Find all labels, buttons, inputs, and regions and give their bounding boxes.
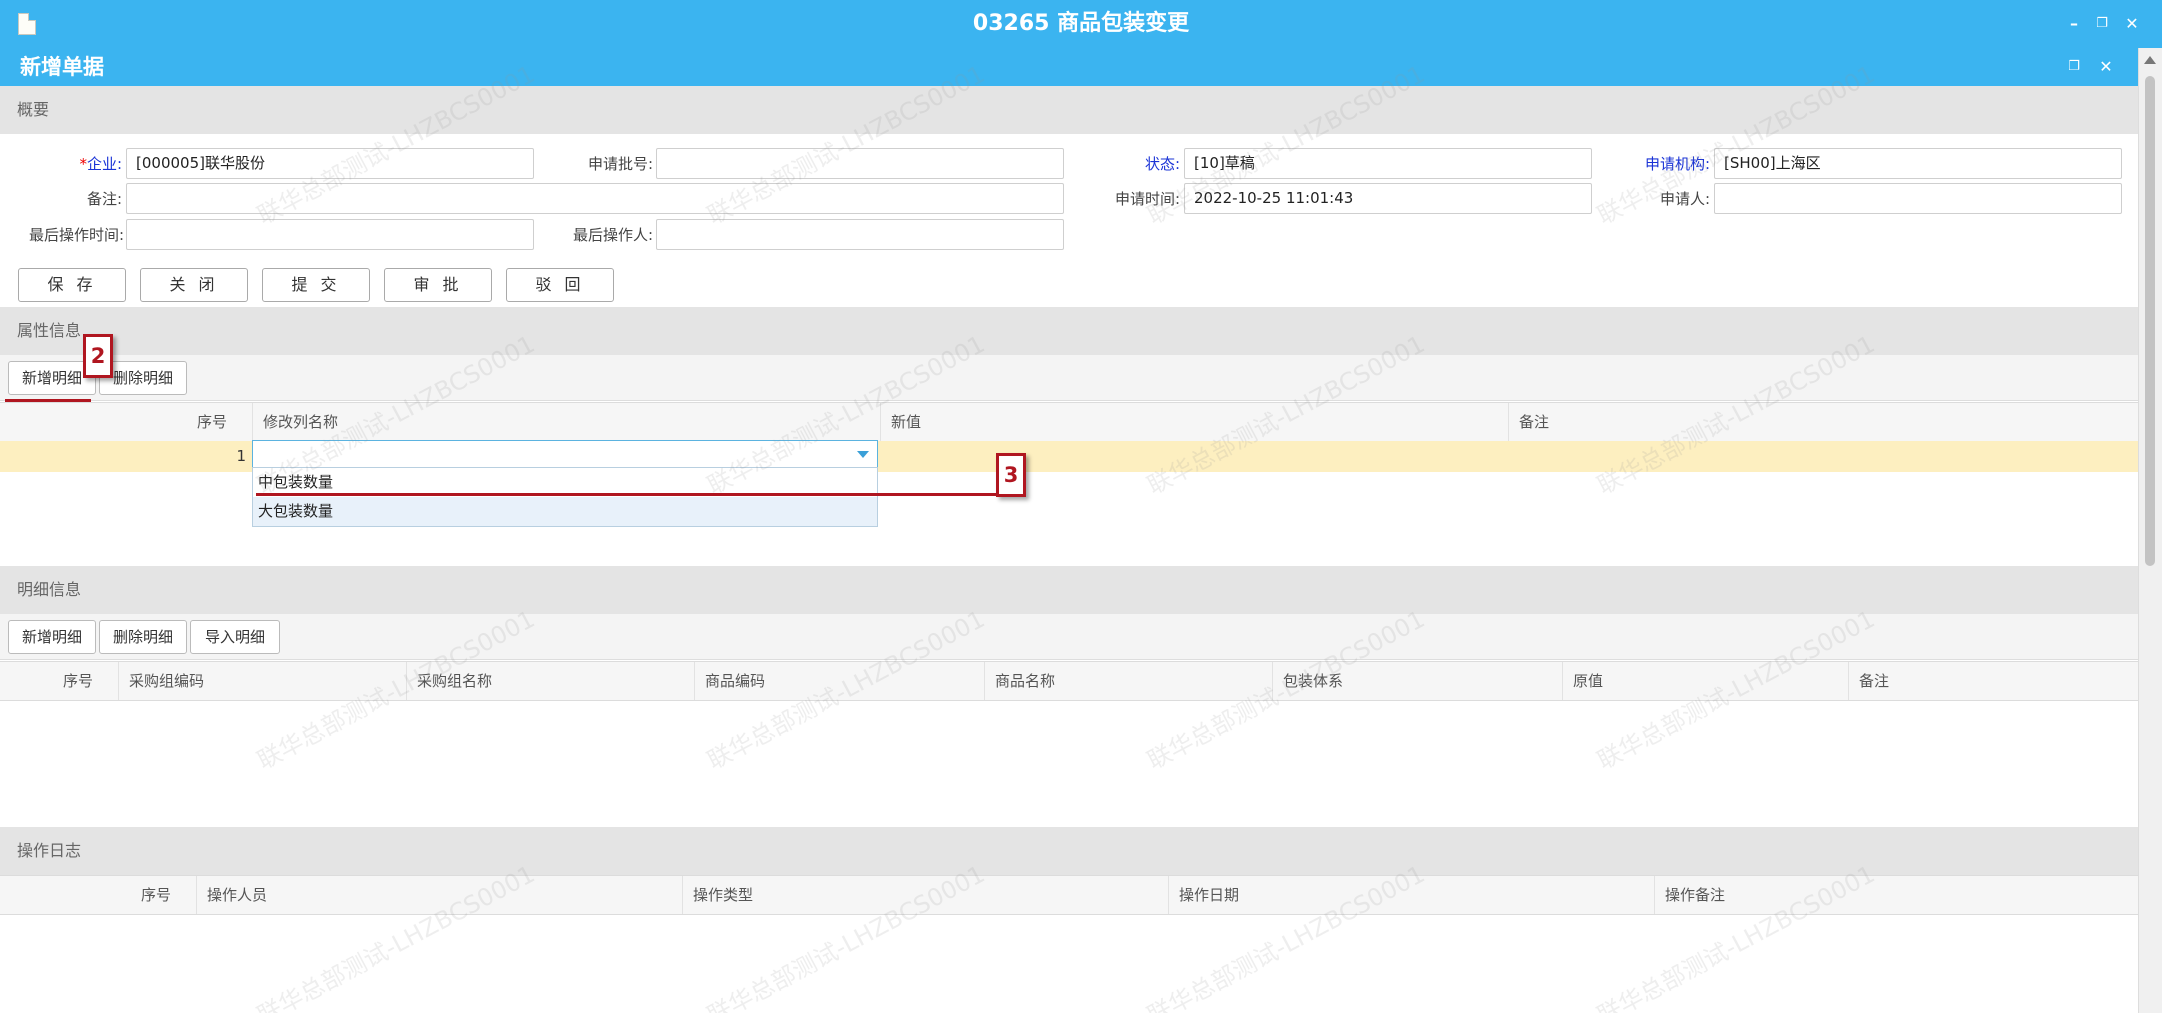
col-product-name: 商品名称 — [984, 662, 1272, 700]
last-op-time-field[interactable] — [126, 219, 534, 250]
col-seq: 序号 — [196, 413, 227, 431]
scrollbar-thumb[interactable] — [2145, 76, 2155, 566]
restore-icon[interactable]: ❐ — [2092, 14, 2112, 34]
col-new-value: 新值 — [880, 403, 1508, 441]
submit-button[interactable]: 提 交 — [262, 268, 370, 302]
restore-icon[interactable]: ❐ — [2064, 57, 2084, 77]
apply-time-field[interactable]: 2022-10-25 11:01:43 — [1184, 183, 1592, 214]
applicant-field[interactable] — [1714, 183, 2122, 214]
minimize-icon[interactable]: – — [2064, 14, 2084, 34]
delete-detail-button[interactable]: 删除明细 — [99, 620, 187, 654]
column-name-dropdown-list: 中包装数量 大包装数量 — [252, 467, 878, 527]
scroll-up-icon[interactable] — [2144, 56, 2156, 64]
row-seq: 1 — [236, 447, 246, 465]
chevron-down-icon[interactable] — [857, 451, 869, 458]
last-op-time-label: 最后操作时间: — [28, 226, 124, 244]
section-details-header: 明细信息 — [0, 566, 2138, 614]
window-titlebar: 03265 商品包装变更 – ❐ ✕ — [0, 0, 2162, 48]
col-seq: 序号 — [140, 886, 171, 904]
dropdown-option[interactable]: 大包装数量 — [253, 497, 877, 526]
section-oplog-header: 操作日志 — [0, 827, 2138, 875]
col-remark: 备注 — [1848, 662, 2138, 700]
col-op-remark: 操作备注 — [1654, 876, 2138, 914]
close-icon[interactable]: ✕ — [2122, 14, 2142, 34]
annotation-callout-2: 2 — [83, 334, 113, 378]
close-button[interactable]: 关 闭 — [140, 268, 248, 302]
vertical-scrollbar[interactable] — [2138, 48, 2162, 1013]
col-remark: 备注 — [1508, 403, 2138, 441]
status-label: 状态: — [1144, 155, 1180, 173]
close-icon[interactable]: ✕ — [2096, 57, 2116, 77]
remark-label: 备注: — [86, 190, 122, 208]
org-field[interactable]: [SH00]上海区 — [1714, 148, 2122, 179]
col-seq: 序号 — [62, 672, 93, 690]
annotation-underline — [256, 493, 996, 496]
form-title: 新增单据 — [20, 55, 104, 79]
batch-no-label: 申请批号: — [587, 155, 653, 173]
details-table-header: 序号 采购组编码 采购组名称 商品编码 商品名称 包装体系 原值 备注 — [0, 661, 2138, 701]
save-button[interactable]: 保 存 — [18, 268, 126, 302]
reject-button[interactable]: 驳 回 — [506, 268, 614, 302]
annotation-underline — [5, 399, 91, 402]
add-detail-button[interactable]: 新增明细 — [8, 620, 96, 654]
import-detail-button[interactable]: 导入明细 — [190, 620, 280, 654]
window-title: 03265 商品包装变更 — [972, 11, 1190, 36]
annotation-callout-3: 3 — [996, 453, 1026, 497]
last-operator-label: 最后操作人: — [572, 226, 653, 244]
approve-button[interactable]: 审 批 — [384, 268, 492, 302]
enterprise-label: *企业: — [79, 155, 122, 173]
